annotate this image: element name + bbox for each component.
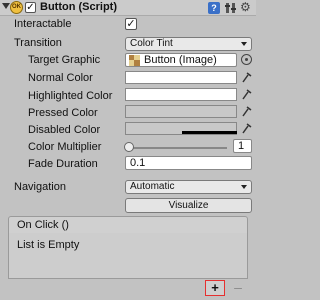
transition-value: Color Tint [130, 38, 173, 49]
eyedropper-icon[interactable] [242, 88, 252, 100]
help-icon[interactable]: ? [208, 2, 220, 14]
remove-listener-button[interactable]: – [230, 280, 246, 296]
target-graphic-value: Button (Image) [144, 54, 217, 66]
pressed-color-label: Pressed Color [28, 107, 98, 119]
list-empty-text: List is Empty [17, 239, 80, 251]
navigation-label: Navigation [14, 181, 66, 193]
disabled-color-label: Disabled Color [28, 124, 101, 136]
on-click-list: List is Empty [8, 233, 248, 279]
eyedropper-icon[interactable] [242, 105, 252, 117]
target-graphic-label: Target Graphic [28, 54, 101, 66]
fade-duration-input[interactable]: 0.1 [125, 156, 252, 170]
navigation-value: Automatic [130, 181, 175, 192]
target-graphic-field[interactable]: Button (Image) [125, 53, 237, 67]
color-multiplier-label: Color Multiplier [28, 141, 102, 153]
alpha-bar [182, 131, 237, 134]
on-click-title: On Click () [17, 219, 69, 231]
normal-color-label: Normal Color [28, 72, 93, 84]
chevron-down-icon [241, 185, 247, 189]
gear-icon[interactable]: ⚙ [240, 0, 254, 14]
disabled-color-swatch[interactable] [125, 122, 237, 135]
triangle-down-icon[interactable] [2, 3, 10, 9]
eyedropper-icon[interactable] [242, 122, 252, 134]
add-listener-button[interactable]: + [205, 280, 225, 296]
highlighted-color-label: Highlighted Color [28, 90, 113, 102]
fade-duration-label: Fade Duration [28, 158, 98, 170]
component-title: Button (Script) [40, 1, 117, 13]
chevron-down-icon [241, 42, 247, 46]
component-header: OK ✓ Button (Script) ? ⚙ [0, 0, 256, 16]
enabled-checkbox[interactable]: ✓ [25, 2, 36, 13]
object-picker-icon[interactable] [241, 54, 252, 65]
preset-icon[interactable] [225, 1, 237, 14]
interactable-label: Interactable [14, 18, 72, 30]
eyedropper-icon[interactable] [242, 71, 252, 83]
interactable-checkbox[interactable]: ✓ [125, 18, 137, 30]
color-multiplier-slider-track[interactable] [127, 147, 227, 149]
script-icon: OK [10, 1, 23, 14]
transition-label: Transition [14, 37, 62, 49]
navigation-dropdown[interactable]: Automatic [125, 180, 252, 194]
transition-dropdown[interactable]: Color Tint [125, 37, 252, 51]
visualize-button[interactable]: Visualize [125, 198, 252, 213]
normal-color-swatch[interactable] [125, 71, 237, 84]
image-icon [129, 55, 140, 66]
color-multiplier-input[interactable]: 1 [233, 139, 252, 153]
color-multiplier-slider-thumb[interactable] [124, 142, 134, 152]
on-click-header: On Click () [8, 216, 248, 234]
pressed-color-swatch[interactable] [125, 105, 237, 118]
highlighted-color-swatch[interactable] [125, 88, 237, 101]
